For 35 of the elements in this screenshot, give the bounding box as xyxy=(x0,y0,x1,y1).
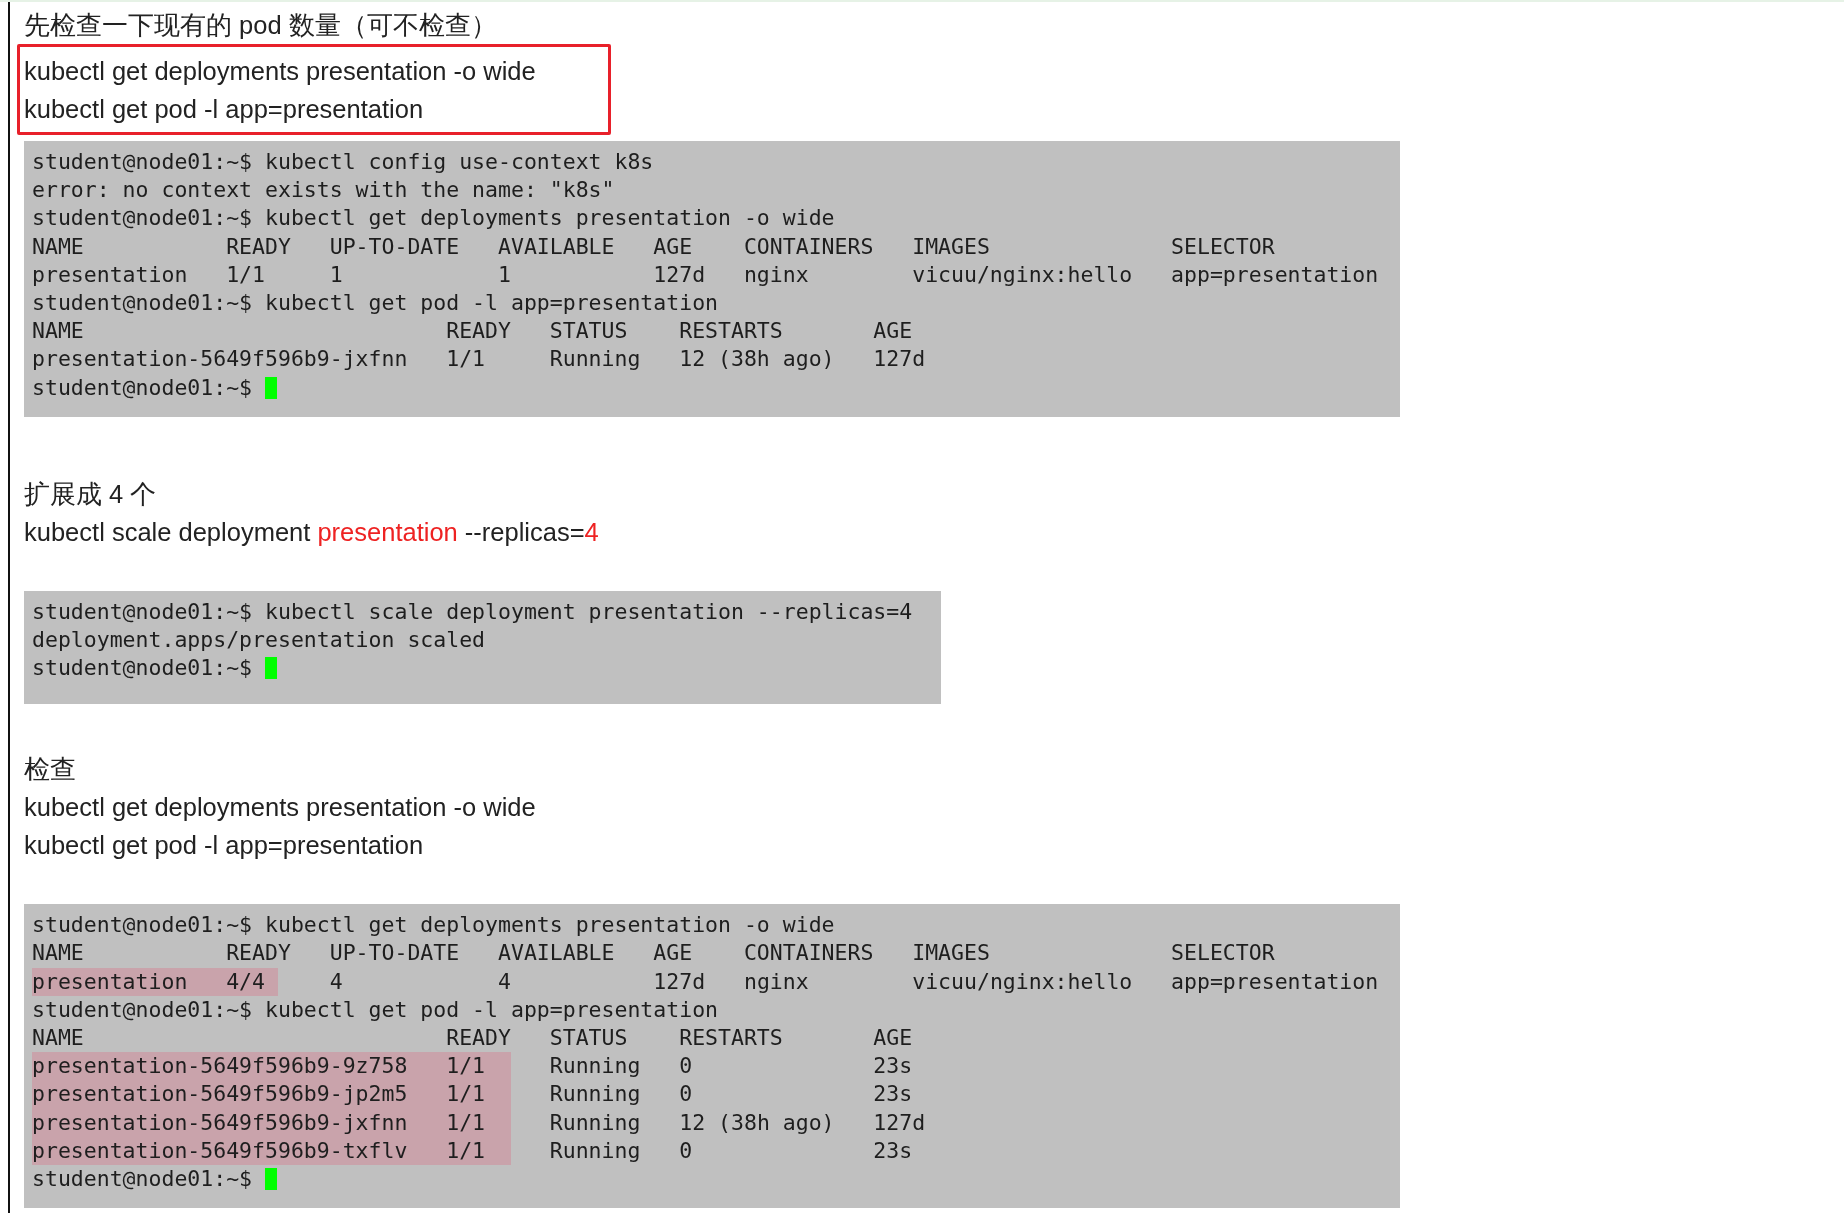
highlighted-text: presentation-5649f596b9-txflv 1/1 xyxy=(32,1136,511,1165)
section-heading: 检查 xyxy=(24,754,77,786)
terminal-text: student@node01:~$ kubectl config use-context k8s xyxy=(32,148,654,176)
highlighted-text: presentation-5649f596b9-jp2m5 1/1 xyxy=(32,1080,511,1109)
command-text: kubectl get pod -l app=presentation xyxy=(24,830,425,862)
terminal-text: presentation-5649f596b9-jxfnn 1/1 Running 12 (38h ago) 127d xyxy=(32,345,926,374)
command-text: kubectl get pod -l app=presentation xyxy=(24,94,425,125)
terminal-text: presentation 1/1 1 1 127d nginx vicuu/nginx:hello app=presentation xyxy=(32,260,1379,289)
terminal-text: NAME READY UP-TO-DATE AVAILABLE AGE CONTAINERS IMAGES SELECTOR xyxy=(32,939,1275,968)
terminal-text: Running 0 23s xyxy=(548,1136,913,1165)
terminal-text: Running 0 23s xyxy=(548,1052,913,1081)
terminal-text: student@node01:~$ xyxy=(32,654,254,683)
highlighted-text: presentation-5649f596b9-9z758 1/1 xyxy=(32,1052,511,1081)
highlighted-text: presentation-5649f596b9-jxfnn 1/1 xyxy=(32,1108,511,1137)
terminal-text: student@node01:~$ kubectl get deployments presentation -o wide xyxy=(32,911,835,940)
terminal-text: 4 4 127d nginx vicuu/nginx:hello app=presentation xyxy=(328,967,1379,996)
terminal-text: student@node01:~$ kubectl get pod -l app=presentation xyxy=(32,288,719,317)
terminal-text: NAME READY UP-TO-DATE AVAILABLE AGE CONTAINERS IMAGES SELECTOR xyxy=(32,232,1275,261)
terminal-text: deployment.apps/presentation scaled xyxy=(32,625,486,654)
terminal-text: NAME READY STATUS RESTARTS AGE xyxy=(32,1024,913,1052)
section-heading: 扩展成 4 个 xyxy=(24,478,158,510)
highlighted-text: presentation 4/4 xyxy=(32,967,278,996)
terminal-text: student@node01:~$ kubectl get pod -l app=presentation xyxy=(32,995,719,1024)
section-heading: 先检查一下现有的 pod 数量（可不检查） xyxy=(24,10,498,41)
command-text: kubectl get deployments presentation -o wide xyxy=(24,56,537,87)
terminal-text: student@node01:~$ xyxy=(32,373,254,402)
command-text: kubectl get deployments presentation -o wide xyxy=(24,792,537,824)
terminal-text: Running 12 (38h ago) 127d xyxy=(548,1108,926,1137)
terminal-text: Running 0 23s xyxy=(548,1080,913,1109)
terminal-text: student@node01:~$ xyxy=(32,1164,254,1193)
terminal-text: error: no context exists with the name: "k8s" xyxy=(32,176,615,205)
command-text: kubectl scale deployment presentation --replicas=4 xyxy=(24,516,600,548)
terminal-text: student@node01:~$ kubectl get deployments presentation -o wide xyxy=(32,204,835,233)
terminal-text: NAME READY STATUS RESTARTS AGE xyxy=(32,317,913,346)
terminal-text: student@node01:~$ kubectl scale deployment presentation --replicas=4 xyxy=(32,597,913,626)
